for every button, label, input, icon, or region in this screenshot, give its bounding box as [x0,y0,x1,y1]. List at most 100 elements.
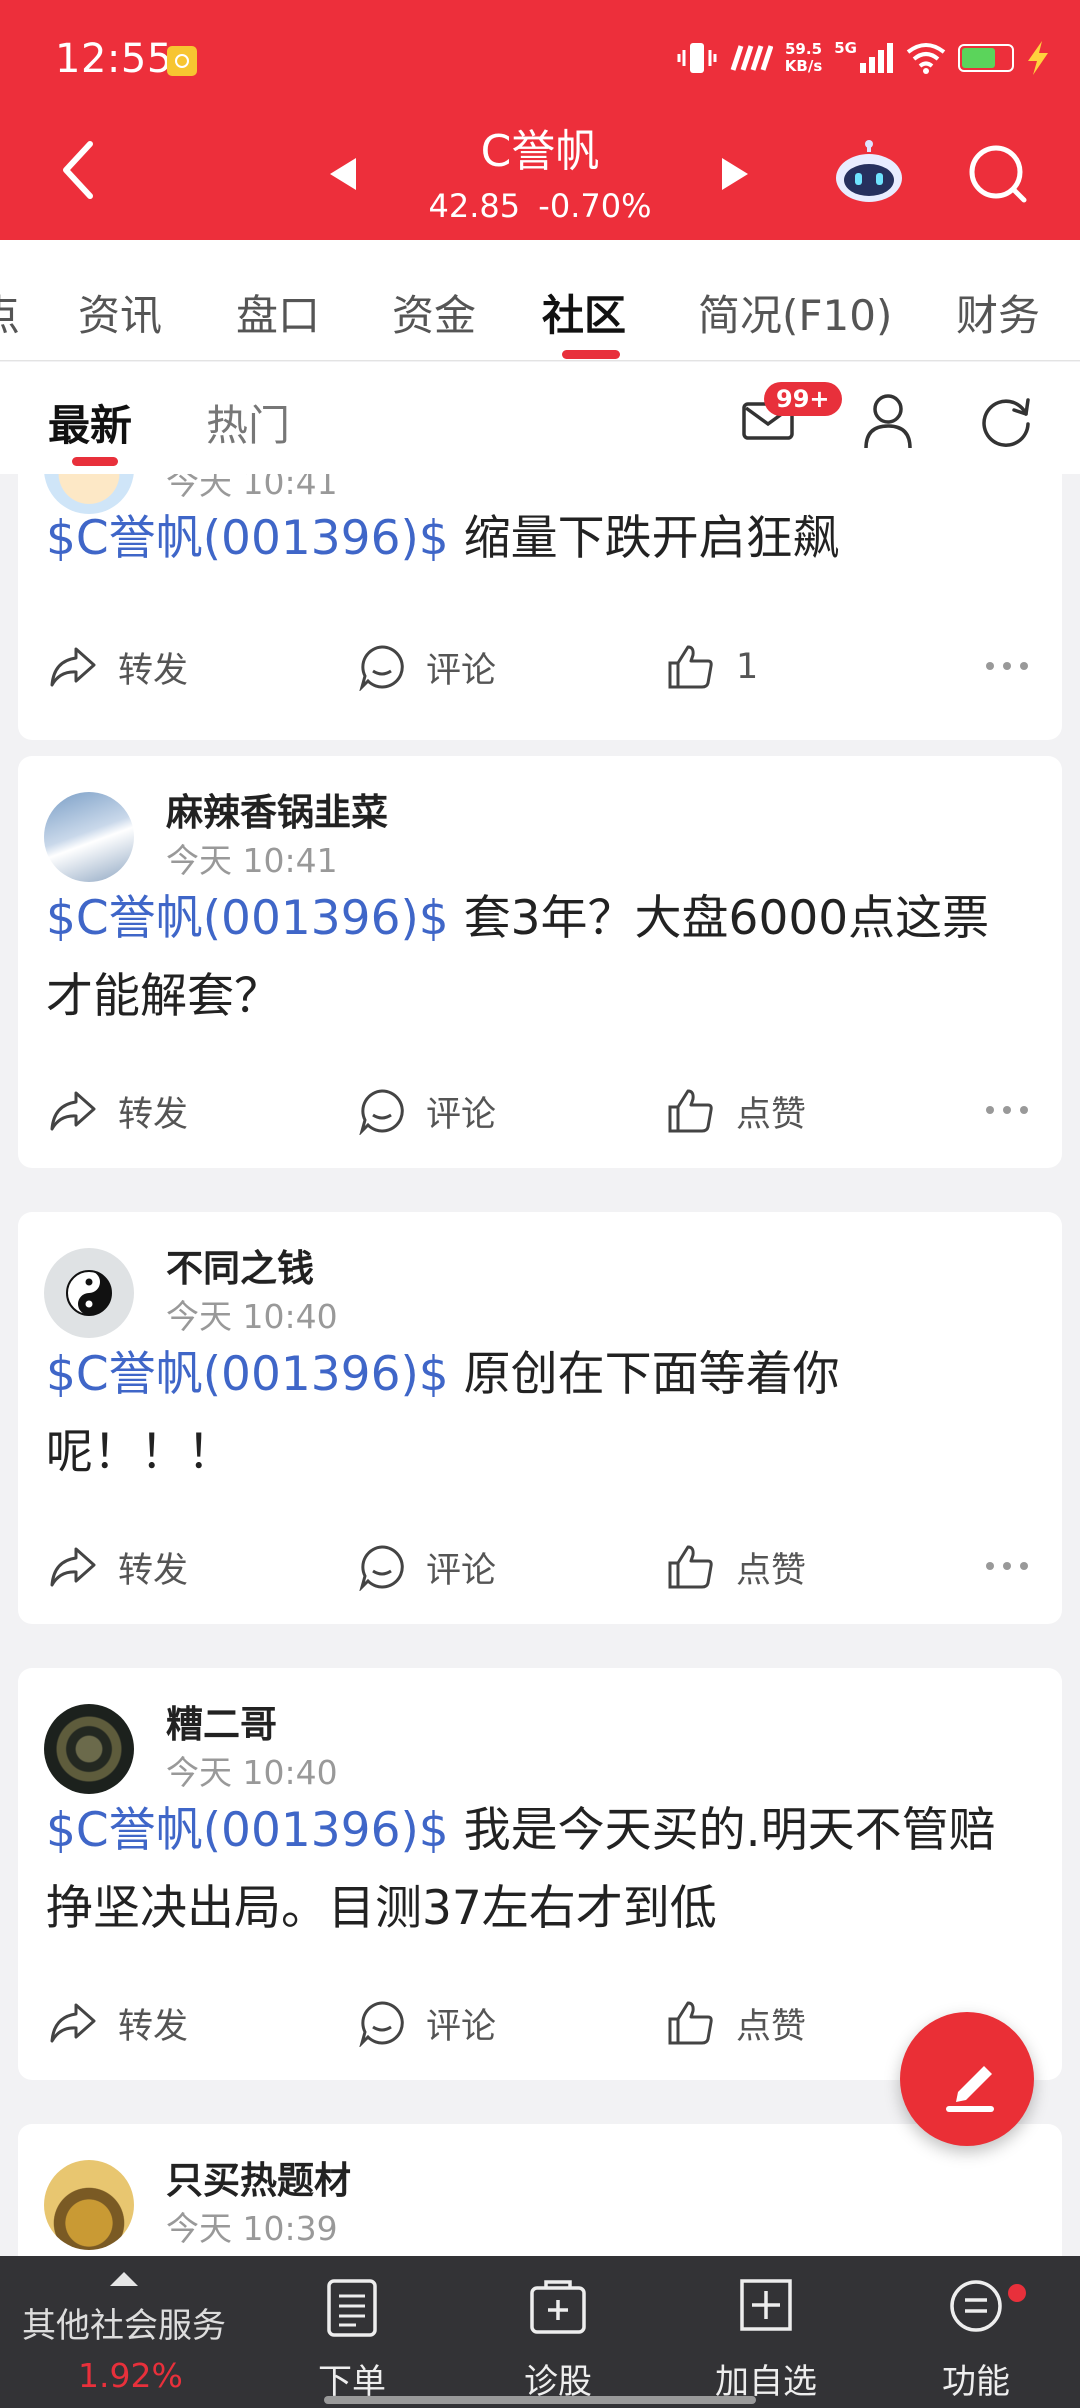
author-name[interactable]: 麻辣香锅韭菜 [166,782,388,836]
like-button[interactable]: 点赞 [666,1086,806,1136]
post-card[interactable]: 麻辣香锅韭菜 今天 10:41 $C誉帆(001396)$ 套3年？大盘6000… [18,756,1062,1168]
post-content[interactable]: $C誉帆(001396)$ 套3年？大盘6000点这票才能解套？ [46,880,1034,1036]
subtab-indicator [72,457,118,466]
feed-list[interactable]: 今天 10:41 $C誉帆(001396)$ 缩量下跌开启狂飙 转发 评论 1 … [0,474,1080,2256]
snow-mountain-avatar-icon[interactable] [44,792,134,882]
thumbs-up-icon [668,1545,713,1589]
golden-bull-avatar-icon[interactable] [44,2160,134,2250]
charging-icon [1028,41,1048,75]
stock-link[interactable]: $C誉帆(001396)$ [46,891,449,946]
subtab-latest[interactable]: 最新 [48,392,132,453]
forward-icon [50,1547,96,1587]
bronze-disc-avatar-icon[interactable] [44,1704,134,1794]
notification-app-icon [167,46,197,76]
stock-link[interactable]: $C誉帆(001396)$ [46,511,449,566]
user-icon[interactable] [862,392,914,450]
main-tabs: 点 资讯 盘口 资金 社区 简况(F10) 财务 [0,240,1080,361]
post-actions: 转发 评论 点赞 [18,1532,1062,1602]
comment-button[interactable]: 评论 [358,642,496,692]
tab-finance[interactable]: 财务 [956,282,1040,343]
status-time: 12:55 [55,36,173,82]
post-content[interactable]: $C誉帆(001396)$ 我是今天买的.明天不管赔挣坚决出局。目测37左右才到… [46,1792,1034,1948]
thumbs-up-icon [668,645,713,689]
post-time: 今天 10:40 [166,1753,338,1792]
tab-orderbook[interactable]: 盘口 [236,282,320,343]
active-tab-indicator [562,350,620,359]
signal-group: 5G [834,39,894,73]
like-label: 点赞 [736,1094,807,1135]
comment-icon [359,1545,404,1591]
yin-yang-avatar-icon[interactable] [44,1248,134,1338]
post-actions: 转发 评论 点赞 [18,1076,1062,1146]
next-stock-button[interactable] [722,158,748,190]
compose-post-button[interactable] [900,2012,1034,2146]
search-icon[interactable] [966,142,1030,206]
more-options-icon[interactable] [986,662,1028,670]
post-card[interactable]: 不同之钱 今天 10:40 $C誉帆(001396)$ 原创在下面等着你 呢！！… [18,1212,1062,1624]
stock-title: C誉帆 [480,126,600,177]
robot-assistant-icon[interactable] [833,140,905,204]
pencil-icon [946,2066,994,2112]
post-content[interactable]: $C誉帆(001396)$ 缩量下跌开启狂飙 [46,500,1034,578]
net-speed: 59.5 KB/s [784,40,823,75]
order-doc-icon [327,2279,377,2337]
post-card[interactable]: 今天 10:41 $C誉帆(001396)$ 缩量下跌开启狂飙 转发 评论 1 [18,474,1062,740]
tab-news[interactable]: 资讯 [78,282,162,343]
app-header: 12:55 59.5 KB/s 5G C誉帆 42.85 -0.70% [0,0,1080,240]
battery-fill [962,48,995,68]
battery-icon [958,44,1014,72]
add-watchlist-icon [740,2279,792,2331]
status-icons: 59.5 KB/s 5G [677,38,1050,78]
carrier-icon [730,45,773,71]
expand-up-icon [110,2272,138,2286]
sub-tabs: 最新 热门 99+ [0,362,1080,474]
forward-button[interactable]: 转发 [48,1542,188,1592]
tab-partial[interactable]: 点 [0,282,20,343]
yin-yang-icon [66,1270,112,1316]
functions-button[interactable]: 功能 [876,2256,1076,2408]
stock-price-line: 42.85 -0.70% [0,187,1080,225]
refresh-icon[interactable] [978,392,1034,448]
stock-change: -0.70% [538,187,652,225]
author-name[interactable]: 只买热题材 [166,2150,351,2204]
author-name[interactable]: 糟二哥 [166,1694,277,1748]
post-text: 缩量下跌开启狂飙 [448,511,840,566]
comment-icon [359,645,404,691]
other-service-button[interactable]: 其他社会服务 1.92% [0,2256,250,2408]
like-button[interactable]: 点赞 [666,1998,806,2048]
forward-button[interactable]: 转发 [48,642,188,692]
author-name[interactable]: 不同之钱 [166,1238,314,1292]
other-service-change: 1.92% [78,2356,183,2395]
forward-button[interactable]: 转发 [48,1086,188,1136]
order-button[interactable]: 下单 [252,2256,452,2408]
stock-link[interactable]: $C誉帆(001396)$ [46,1803,449,1858]
menu-icon [950,2280,1002,2332]
comment-icon [359,2001,404,2047]
tab-funds[interactable]: 资金 [392,282,476,343]
signal-icon [860,43,893,73]
vibrate-icon [677,43,717,73]
like-button[interactable]: 1 [666,642,758,692]
subtab-hot[interactable]: 热门 [206,392,290,453]
stock-link[interactable]: $C誉帆(001396)$ [46,1347,449,1402]
tab-profile-f10[interactable]: 简况(F10) [698,282,892,343]
like-label: 点赞 [736,1550,807,1591]
comment-button[interactable]: 评论 [358,1998,496,2048]
comment-button[interactable]: 评论 [358,1086,496,1136]
like-count: 1 [736,647,759,687]
more-options-icon[interactable] [986,1562,1028,1570]
post-actions: 转发 评论 1 [18,632,1062,702]
forward-button[interactable]: 转发 [48,1998,188,2048]
home-indicator[interactable] [324,2396,756,2404]
mail-badge: 99+ [764,382,842,416]
comment-button[interactable]: 评论 [358,1542,496,1592]
like-button[interactable]: 点赞 [666,1542,806,1592]
thumbs-up-icon [668,1089,713,1133]
like-label: 点赞 [736,2006,807,2047]
tab-community[interactable]: 社区 [542,282,626,343]
more-options-icon[interactable] [986,1106,1028,1114]
post-content[interactable]: $C誉帆(001396)$ 原创在下面等着你 呢！！！ [46,1336,1034,1492]
notification-dot [1008,2284,1026,2302]
diagnose-button[interactable]: 诊股 [458,2256,658,2408]
add-watchlist-button[interactable]: 加自选 [666,2256,866,2408]
